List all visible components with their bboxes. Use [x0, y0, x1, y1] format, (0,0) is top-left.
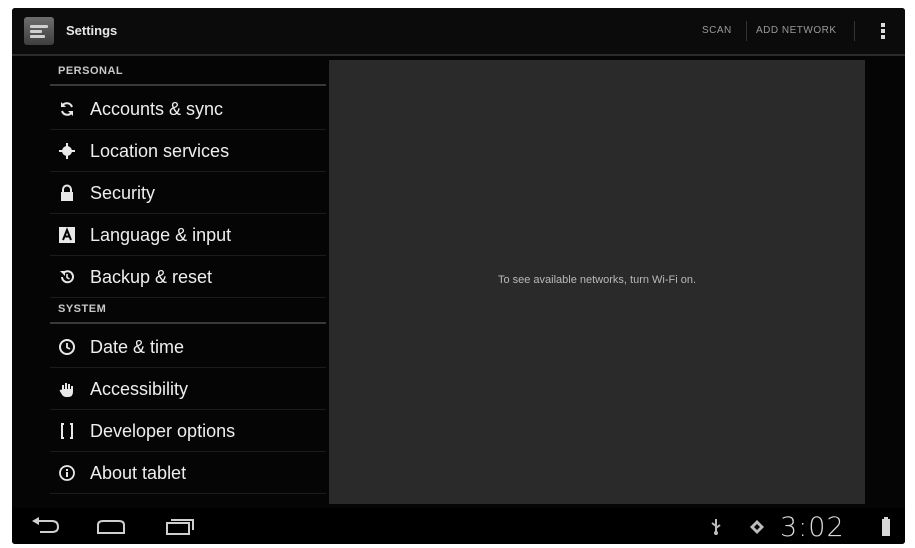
section-header-system: SYSTEM: [58, 303, 107, 315]
sync-icon: [58, 100, 76, 118]
list-item-location-services[interactable]: Location services: [50, 130, 326, 172]
usb-icon: [710, 518, 722, 536]
lock-icon: [58, 184, 76, 202]
tablet-screen: Settings SCAN ADD NETWORK PERSONAL Accou…: [12, 8, 905, 544]
section-header-personal: PERSONAL: [58, 65, 124, 77]
list-item-about-tablet[interactable]: About tablet: [50, 452, 326, 494]
settings-list: PERSONAL Accounts & sync Location servic…: [50, 58, 326, 504]
back-icon[interactable]: [28, 516, 62, 536]
list-item-label: Location services: [90, 141, 230, 161]
add-network-button[interactable]: ADD NETWORK: [756, 25, 837, 36]
list-item-date-time[interactable]: Date & time: [50, 326, 326, 368]
wifi-detail-pane: To see available networks, turn Wi-Fi on…: [329, 60, 865, 504]
wifi-off-message: To see available networks, turn Wi-Fi on…: [497, 274, 697, 286]
status-clock: 3:02: [780, 512, 845, 543]
action-bar: Settings SCAN ADD NETWORK: [12, 8, 905, 56]
list-item-developer-options[interactable]: Developer options: [50, 410, 326, 452]
keyboard-icon: [58, 226, 76, 244]
list-item-label: Developer options: [90, 421, 236, 441]
app-title: Settings: [66, 23, 118, 38]
section-divider: [50, 84, 326, 86]
info-icon: [58, 464, 76, 482]
list-item-accounts-sync[interactable]: Accounts & sync: [50, 88, 326, 130]
backup-icon: [58, 268, 76, 286]
battery-icon: [882, 517, 890, 537]
action-divider: [854, 21, 855, 41]
overflow-menu-icon[interactable]: [874, 21, 892, 43]
action-divider: [746, 21, 747, 41]
list-item-label: Backup & reset: [90, 267, 213, 287]
home-icon[interactable]: [94, 516, 128, 536]
debug-icon: [748, 518, 766, 536]
list-item-backup-reset[interactable]: Backup & reset: [50, 256, 326, 298]
list-item-label: Accessibility: [90, 379, 189, 399]
list-item-label: Date & time: [90, 337, 185, 357]
clock-icon: [58, 338, 76, 356]
hand-icon: [58, 380, 76, 398]
list-item-label: Security: [90, 183, 156, 203]
system-bar: 3:02: [12, 508, 905, 544]
scan-button[interactable]: SCAN: [702, 25, 732, 36]
list-item-accessibility[interactable]: Accessibility: [50, 368, 326, 410]
list-item-security[interactable]: Security: [50, 172, 326, 214]
settings-app-icon[interactable]: [24, 17, 54, 45]
list-item-label: Accounts & sync: [90, 99, 224, 119]
list-item-label: Language & input: [90, 225, 232, 245]
list-item-language-input[interactable]: Language & input: [50, 214, 326, 256]
section-divider: [50, 322, 326, 324]
list-item-label: About tablet: [90, 463, 187, 483]
recent-apps-icon[interactable]: [162, 516, 196, 536]
location-icon: [58, 142, 76, 160]
braces-icon: [58, 422, 76, 440]
